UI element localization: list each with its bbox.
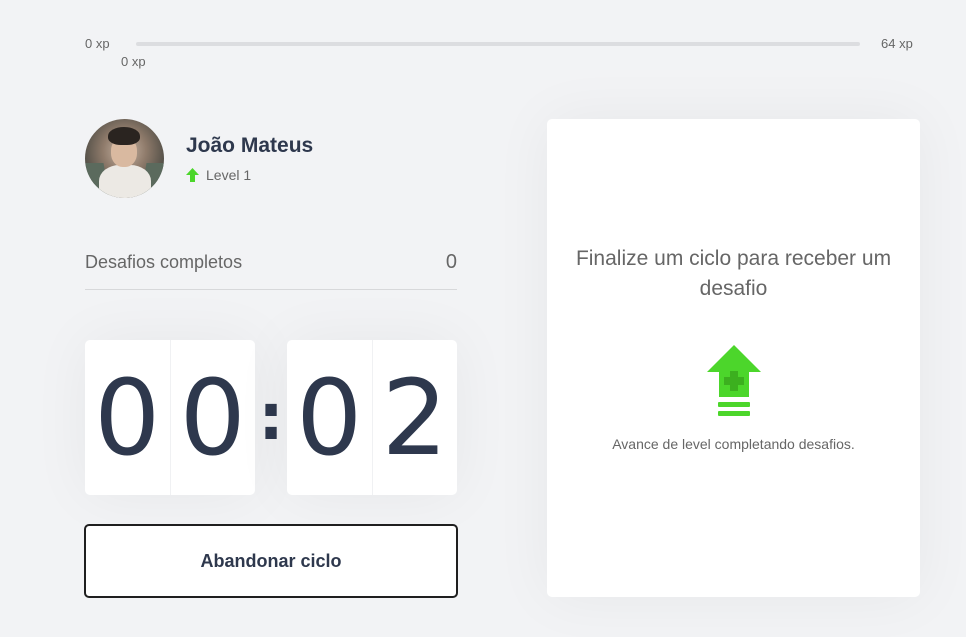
level-up-icon — [707, 345, 761, 422]
xp-max-label: 64 xp — [881, 36, 913, 51]
level-up-arrow-icon — [186, 168, 199, 182]
minute-digit-right: 0 — [179, 356, 246, 479]
minute-digit-left: 0 — [85, 340, 171, 495]
xp-min-label: 0 xp — [85, 36, 110, 51]
page: 0 xp 0 xp 64 xp João Mateus Level 1 Desa… — [0, 0, 966, 637]
xp-track — [136, 42, 860, 46]
challenge-hint: Avance de level completando desafios. — [612, 436, 855, 452]
divider — [85, 289, 457, 290]
avatar — [85, 119, 164, 198]
second-digit-left: 0 — [287, 340, 373, 495]
level-row: Level 1 — [186, 167, 251, 183]
countdown-minutes: 0 0 — [85, 340, 255, 495]
challenge-title: Finalize um ciclo para receber um desafi… — [575, 247, 892, 300]
completed-challenges-value: 0 — [445, 251, 457, 273]
abandon-cycle-button[interactable]: Abandonar ciclo — [84, 524, 458, 598]
completed-challenges-label: Desafios completos — [85, 252, 243, 272]
user-name: João Mateus — [186, 134, 314, 157]
countdown-separator: : — [258, 380, 284, 455]
level-label: Level 1 — [206, 167, 252, 183]
xp-current-label: 0 xp — [121, 54, 146, 69]
second-digit-right: 2 — [381, 356, 448, 479]
countdown-seconds: 0 2 — [287, 340, 457, 495]
challenge-box: Finalize um ciclo para receber um desafi… — [547, 119, 920, 597]
